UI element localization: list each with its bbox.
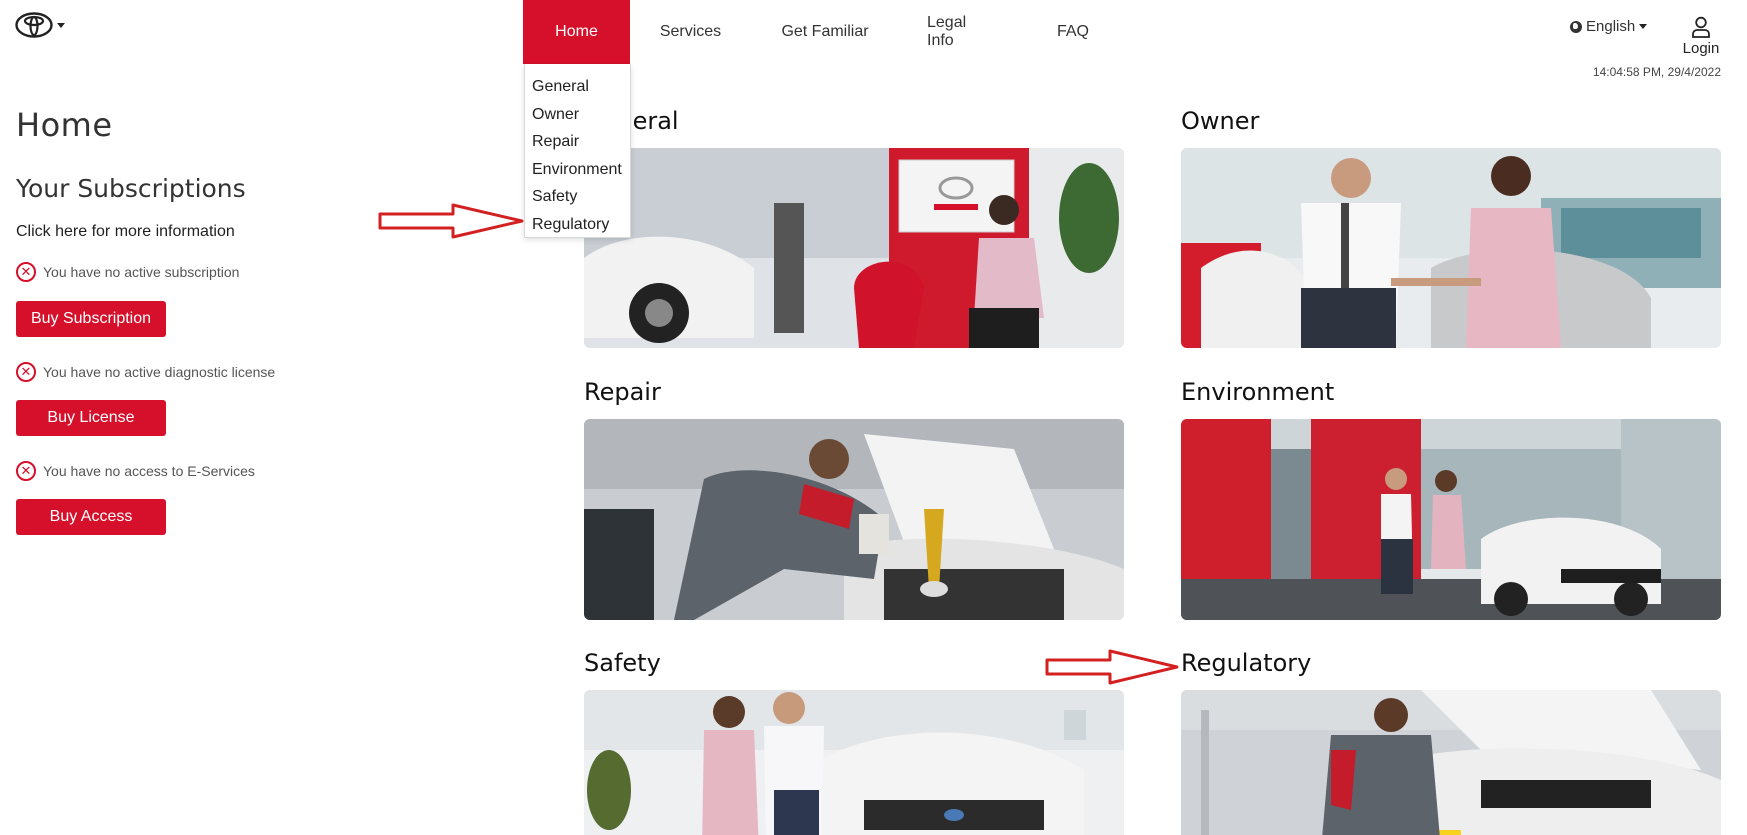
toyota-logo-button[interactable] <box>15 12 65 38</box>
nav-legal-info[interactable]: Legal Info <box>899 0 1024 64</box>
buy-access-button[interactable]: Buy Access <box>16 499 166 535</box>
access-status-text: You have no access to E-Services <box>43 463 255 479</box>
language-label: English <box>1586 18 1636 35</box>
card-image-general[interactable] <box>584 148 1124 348</box>
subscription-status-text: You have no active subscription <box>43 264 240 280</box>
card-image-owner[interactable] <box>1181 148 1721 348</box>
login-button[interactable]: Login <box>1680 16 1722 57</box>
access-status: ✕ You have no access to E-Services <box>16 461 255 481</box>
error-circle-icon: ✕ <box>16 461 36 481</box>
globe-icon <box>1570 20 1582 33</box>
license-status-text: You have no active diagnostic license <box>43 364 276 380</box>
subscriptions-title: Your Subscriptions <box>16 174 246 203</box>
card-title-environment: Environment <box>1181 378 1335 406</box>
card-title-repair: Repair <box>584 378 661 406</box>
nav-get-familiar[interactable]: Get Familiar <box>751 0 899 64</box>
nav-services[interactable]: Services <box>630 0 751 64</box>
card-title-owner: Owner <box>1181 107 1260 135</box>
card-image-regulatory[interactable] <box>1181 690 1721 835</box>
chevron-down-icon <box>1639 24 1648 29</box>
chevron-down-icon <box>57 22 65 28</box>
dropdown-item-owner[interactable]: Owner <box>525 101 630 129</box>
toyota-logo-icon <box>15 12 53 38</box>
buy-license-button[interactable]: Buy License <box>16 400 166 436</box>
card-title-regulatory: Regulatory <box>1181 649 1312 677</box>
license-status: ✕ You have no active diagnostic license <box>16 362 275 382</box>
card-title-safety: Safety <box>584 649 661 677</box>
annotation-arrow-icon <box>1045 649 1179 685</box>
dropdown-item-repair[interactable]: Repair <box>525 128 630 156</box>
error-circle-icon: ✕ <box>16 262 36 282</box>
page-title: Home <box>16 106 113 144</box>
card-image-safety[interactable] <box>584 690 1124 835</box>
home-dropdown-menu: General Owner Repair Environment Safety … <box>524 64 631 238</box>
buy-subscription-button[interactable]: Buy Subscription <box>16 301 166 337</box>
dropdown-item-regulatory[interactable]: Regulatory <box>525 211 630 239</box>
card-image-environment[interactable] <box>1181 419 1721 620</box>
subscription-status: ✕ You have no active subscription <box>16 262 239 282</box>
more-info-link[interactable]: Click here for more information <box>16 223 235 241</box>
timestamp: 14:04:58 PM, 29/4/2022 <box>1592 65 1721 79</box>
main-nav: Home Services Get Familiar Legal Info FA… <box>523 0 1122 64</box>
annotation-arrow-icon <box>378 203 524 239</box>
user-icon <box>1692 16 1710 38</box>
error-circle-icon: ✕ <box>16 362 36 382</box>
card-image-repair[interactable] <box>584 419 1124 620</box>
dropdown-item-environment[interactable]: Environment <box>525 156 630 184</box>
dropdown-item-general[interactable]: General <box>525 73 630 101</box>
language-selector[interactable]: English <box>1570 18 1648 35</box>
login-label: Login <box>1682 40 1720 57</box>
nav-home[interactable]: Home <box>523 0 630 64</box>
nav-faq[interactable]: FAQ <box>1024 0 1122 64</box>
dropdown-item-safety[interactable]: Safety <box>525 183 630 211</box>
